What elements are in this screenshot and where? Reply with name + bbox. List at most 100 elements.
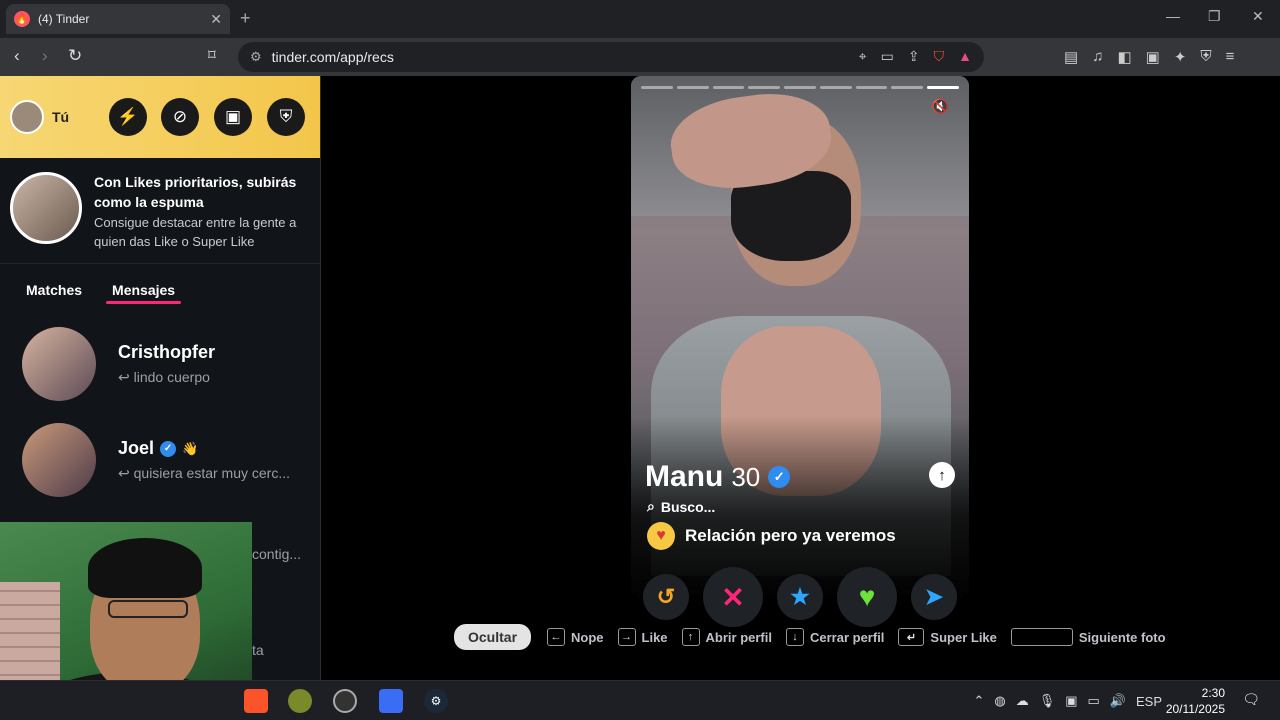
tab-mensajes[interactable]: Mensajes <box>106 282 182 304</box>
hide-shortcuts-button[interactable]: Ocultar <box>454 624 532 650</box>
back-icon[interactable]: ‹ <box>14 46 20 66</box>
like-button[interactable]: ♥ <box>837 567 897 627</box>
my-avatar[interactable] <box>10 100 44 134</box>
message-preview-partial: contig... <box>252 546 302 562</box>
vpn-icon[interactable]: ⛨ <box>1200 48 1211 66</box>
onedrive-icon[interactable]: ☁ <box>1016 693 1029 709</box>
browser-tab-bar: 🔥 (4) Tinder ✕ + — ❐ ✕ <box>0 0 1280 38</box>
steam-taskbar-icon[interactable]: ⚙ <box>424 689 448 713</box>
match-name: Cristhopfer <box>118 342 216 362</box>
roblox-taskbar-icon[interactable] <box>379 689 403 713</box>
promo-subtitle: Consigue destacar entre la gente a quien… <box>94 215 297 249</box>
profile-name-row: Manu 30 ✓ <box>645 460 791 494</box>
tab-title: (4) Tinder <box>38 12 90 26</box>
close-tab-icon[interactable]: ✕ <box>210 11 222 28</box>
share-icon[interactable]: ⇪ <box>908 48 920 65</box>
minimize-button[interactable]: — <box>1166 8 1180 24</box>
my-profile-label[interactable]: Tú <box>52 109 69 125</box>
superlike-button[interactable]: ★ <box>777 574 823 620</box>
restore-button[interactable]: ❐ <box>1208 8 1221 25</box>
shortcut-like: Like <box>641 629 668 645</box>
priority-likes-promo[interactable]: Con Likes prioritarios, subirás como la … <box>0 158 320 264</box>
site-settings-icon[interactable]: ⚙ <box>250 49 262 65</box>
boost-icon[interactable]: ⚡ <box>109 98 147 136</box>
photo-progress-bar <box>641 86 960 90</box>
work-mode-icon[interactable]: ▣ <box>214 98 252 136</box>
left-arrow-key-icon: ← <box>547 628 566 646</box>
cast-icon[interactable]: ▭ <box>881 48 894 65</box>
tab-tinder[interactable]: 🔥 (4) Tinder ✕ <box>6 4 230 34</box>
keyboard-shortcuts-bar: Ocultar ← Nope → Like ↑ Abrir perfil ↓ Cerra… <box>454 624 1180 650</box>
bookmark-icon[interactable]: ⌑ <box>208 46 216 64</box>
chevron-up-icon[interactable]: ⌃ <box>973 693 984 709</box>
nope-button[interactable]: ✕ <box>703 567 763 627</box>
new-tab-button[interactable]: + <box>240 8 251 29</box>
enter-key-icon: ↵ <box>898 628 925 646</box>
tray-device-icon[interactable]: ▣ <box>1065 693 1077 709</box>
photo-progress-segment[interactable] <box>641 86 673 89</box>
photo-progress-segment[interactable] <box>891 86 924 89</box>
rewind-button[interactable]: ↺ <box>643 574 689 620</box>
open-profile-icon[interactable]: ↑ <box>929 462 955 488</box>
clock-time: 2:30 <box>1201 686 1225 700</box>
tinder-favicon-icon: 🔥 <box>14 11 30 27</box>
down-arrow-key-icon: ↓ <box>786 628 804 646</box>
brave-shield-icon[interactable]: ⛉ <box>934 48 945 65</box>
action-buttons: ↺ ✕ ★ ♥ ➤ <box>643 566 957 628</box>
list-item[interactable]: Cristhopfer ↩ lindo cuerpo <box>0 316 320 412</box>
sidebar-header: Tú ⚡ ⊘ ▣ ⛨ <box>0 76 320 158</box>
looking-for-label: ⌕ Busco... <box>647 498 715 515</box>
location-icon[interactable]: ⌖ <box>859 48 867 65</box>
promo-avatar <box>10 172 82 244</box>
tab-matches[interactable]: Matches <box>26 282 82 298</box>
photo-progress-segment[interactable] <box>676 86 709 89</box>
wave-emoji-icon: 👋 <box>182 440 199 456</box>
volume-icon[interactable]: 🔊 <box>1110 693 1126 709</box>
browser-toolbar: ‹ › ↻ ⌑ ⚙ tinder.com/app/recs ⌖ ▭ ⇪ ⛉ ▲ … <box>0 38 1280 76</box>
match-name: Joel <box>118 438 155 458</box>
sidebar-icon[interactable]: ◧ <box>1117 48 1131 66</box>
microphone-icon[interactable]: 🎙 <box>1039 693 1056 709</box>
shortcut-next-photo: Siguiente foto <box>1078 629 1166 645</box>
safety-shield-icon[interactable]: ⛨ <box>267 98 305 136</box>
address-bar[interactable]: ⚙ tinder.com/app/recs ⌖ ▭ ⇪ ⛉ ▲ <box>238 42 984 72</box>
close-window-button[interactable]: ✕ <box>1252 8 1264 25</box>
mute-icon[interactable]: 🔇 <box>932 98 949 115</box>
photo-progress-segment[interactable] <box>819 86 852 89</box>
relationship-intent: ♥ Relación pero ya veremos <box>647 522 896 550</box>
language-indicator[interactable]: ESP <box>1136 694 1162 709</box>
media-icon[interactable]: ♫ <box>1092 48 1103 66</box>
list-item[interactable]: Joel ✓ 👋 ↩ quisiera estar muy cerc... <box>0 412 320 508</box>
photo-progress-segment[interactable] <box>712 86 745 89</box>
explore-icon[interactable]: ⊘ <box>161 98 199 136</box>
url-text[interactable]: tinder.com/app/recs <box>272 49 394 65</box>
message-preview: ↩ quisiera estar muy cerc... <box>118 465 291 481</box>
verified-badge-icon: ✓ <box>768 466 791 488</box>
photo-progress-segment[interactable] <box>748 86 781 89</box>
photo-progress-segment[interactable] <box>855 86 888 89</box>
tray-app-icon[interactable]: ◍ <box>994 693 1005 709</box>
obs-taskbar-icon[interactable] <box>333 689 357 713</box>
notifications-icon[interactable]: 🗨 <box>1242 691 1260 708</box>
leo-ai-icon[interactable]: ✦ <box>1174 48 1187 66</box>
brave-rewards-icon[interactable]: ▲ <box>958 48 972 65</box>
brave-taskbar-icon[interactable] <box>244 689 268 713</box>
send-boost-button[interactable]: ➤ <box>911 574 957 620</box>
photo-progress-segment[interactable] <box>927 86 960 89</box>
shortcut-nope: Nope <box>571 629 604 645</box>
shortcut-superlike: Super Like <box>930 629 997 645</box>
reload-icon[interactable]: ↻ <box>68 46 82 66</box>
menu-icon[interactable]: ≡ <box>1226 48 1235 66</box>
shortcut-open-profile: Abrir perfil <box>705 629 772 645</box>
network-icon[interactable]: ▭ <box>1088 693 1100 709</box>
app-taskbar-icon[interactable] <box>288 689 312 713</box>
wallet-icon[interactable]: ▣ <box>1146 48 1160 66</box>
profile-card[interactable]: 🔇 Manu 30 ✓ ↑ ⌕ Busco... ♥ Relación pero… <box>631 76 969 596</box>
reader-icon[interactable]: ▤ <box>1064 48 1078 66</box>
verified-badge-icon: ✓ <box>160 440 177 457</box>
photo-progress-segment[interactable] <box>784 86 816 89</box>
clock[interactable]: 2:30 20/11/2025 <box>1166 685 1225 717</box>
forward-icon[interactable]: › <box>42 46 48 66</box>
avatar <box>22 327 96 401</box>
heart-eyes-emoji-icon: ♥ <box>647 522 675 550</box>
